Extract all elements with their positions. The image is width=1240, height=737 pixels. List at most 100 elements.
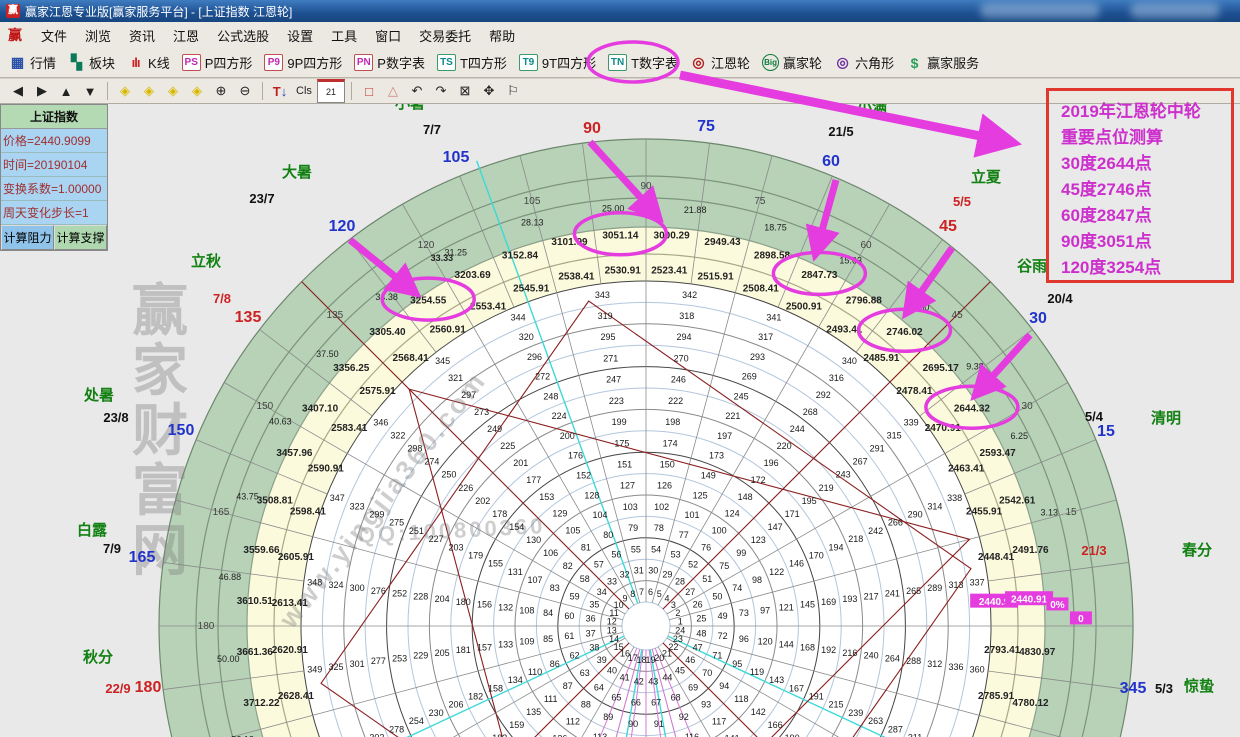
svg-text:229: 229 <box>413 651 428 661</box>
last-button[interactable]: ▼ <box>79 81 101 101</box>
pan-right-button[interactable]: ◈ <box>138 81 160 101</box>
svg-text:45: 45 <box>939 218 957 235</box>
svg-text:3407.10: 3407.10 <box>302 404 339 415</box>
svg-text:321: 321 <box>448 373 463 383</box>
next-button[interactable]: ▶ <box>31 81 53 101</box>
toolbar-button-赢家轮[interactable]: Big赢家轮 <box>757 51 829 74</box>
pan-up-button[interactable]: ◈ <box>162 81 184 101</box>
svg-text:325: 325 <box>328 662 343 672</box>
svg-text:131: 131 <box>508 567 523 577</box>
svg-text:336: 336 <box>948 662 963 672</box>
rect-tool-button[interactable]: □ <box>358 81 380 101</box>
svg-text:2785.91: 2785.91 <box>978 691 1015 702</box>
svg-text:156: 156 <box>477 600 492 610</box>
menu-item-1[interactable]: 浏览 <box>76 23 120 48</box>
svg-text:2491.76: 2491.76 <box>1012 545 1049 556</box>
select-tool-button[interactable]: ⚐ <box>502 81 524 101</box>
svg-text:143: 143 <box>769 675 784 685</box>
cls-button[interactable]: Cls <box>293 81 315 101</box>
rotate-ccw-button[interactable]: ↶ <box>406 81 428 101</box>
menu-item-0[interactable]: 文件 <box>32 23 76 48</box>
svg-text:342: 342 <box>682 290 697 300</box>
menu-item-4[interactable]: 公式选股 <box>208 23 278 48</box>
t-down-button[interactable]: T↓ <box>269 81 291 101</box>
svg-text:112: 112 <box>566 716 580 726</box>
pan-down-button[interactable]: ◈ <box>186 81 208 101</box>
menu-item-9[interactable]: 帮助 <box>480 23 524 48</box>
calc-support-button[interactable]: 计算支撑 <box>54 225 107 250</box>
svg-text:319: 319 <box>598 311 613 321</box>
toolbar-separator <box>107 82 108 100</box>
calc-resistance-button[interactable]: 计算阻力 <box>1 225 54 250</box>
svg-text:春分: 春分 <box>1182 541 1212 559</box>
toolbar-button-江恩轮[interactable]: ◎江恩轮 <box>685 51 757 74</box>
menu-bar: 赢 文件浏览资讯江恩公式选股设置工具窗口交易委托帮助 <box>0 22 1240 49</box>
toolbar-button-板块[interactable]: ▚板块 <box>63 51 122 74</box>
toolbar-button-9T四方形[interactable]: T99T四方形 <box>514 51 603 74</box>
svg-text:68: 68 <box>671 692 681 702</box>
toolbar-button-六角形[interactable]: ◎六角形 <box>829 51 901 74</box>
svg-text:348: 348 <box>307 577 322 587</box>
svg-text:120: 120 <box>418 240 435 251</box>
svg-text:106: 106 <box>543 548 558 558</box>
toolbar-button-T数字表[interactable]: TNT数字表 <box>603 51 685 74</box>
rotate-cw-button[interactable]: ↷ <box>430 81 452 101</box>
svg-text:63: 63 <box>580 668 590 678</box>
highlighted-price-box: 2440.91 <box>1005 591 1053 606</box>
svg-text:301: 301 <box>350 659 365 669</box>
svg-text:132: 132 <box>498 603 513 613</box>
svg-text:200: 200 <box>560 431 575 441</box>
first-button[interactable]: ▲ <box>55 81 77 101</box>
toolbar-button-行情[interactable]: ▦行情 <box>4 51 63 74</box>
svg-text:166: 166 <box>768 720 783 730</box>
svg-text:35: 35 <box>589 600 599 610</box>
toolbar-button-K线[interactable]: ılıK线 <box>122 51 177 74</box>
svg-text:239: 239 <box>848 708 863 718</box>
menu-item-5[interactable]: 设置 <box>278 23 322 48</box>
toolbar-button-9P四方形[interactable]: P99P四方形 <box>259 51 349 74</box>
toolbar-button-赢家服务[interactable]: $赢家服务 <box>901 51 986 74</box>
svg-text:288: 288 <box>906 656 921 666</box>
box-x-button[interactable]: ⊠ <box>454 81 476 101</box>
svg-text:300: 300 <box>350 583 365 593</box>
triangle-tool-button[interactable]: △ <box>382 81 404 101</box>
svg-text:294: 294 <box>676 332 691 342</box>
menu-item-6[interactable]: 工具 <box>322 23 366 48</box>
toolbar-button-T四方形[interactable]: TST四方形 <box>432 51 514 74</box>
svg-text:230: 230 <box>429 708 444 718</box>
svg-text:15: 15 <box>1097 423 1115 440</box>
svg-text:227: 227 <box>429 534 444 544</box>
menu-item-8[interactable]: 交易委托 <box>410 23 480 48</box>
svg-text:263: 263 <box>868 716 883 726</box>
svg-text:170: 170 <box>809 551 824 561</box>
svg-text:90: 90 <box>628 719 638 729</box>
svg-text:73: 73 <box>739 608 749 618</box>
svg-text:322: 322 <box>390 431 405 441</box>
svg-text:6: 6 <box>648 587 653 597</box>
svg-text:26: 26 <box>693 600 703 610</box>
svg-text:立秋: 立秋 <box>191 252 222 270</box>
pan-left-button[interactable]: ◈ <box>114 81 136 101</box>
svg-text:2583.41: 2583.41 <box>331 423 368 434</box>
svg-text:298: 298 <box>407 444 422 454</box>
menu-item-2[interactable]: 资讯 <box>120 23 164 48</box>
svg-text:96: 96 <box>739 634 749 644</box>
svg-text:30: 30 <box>648 566 658 576</box>
titlebar-blur-decoration <box>1130 3 1220 18</box>
svg-text:8: 8 <box>630 589 635 599</box>
zoom-out-button[interactable]: ⊖ <box>234 81 256 101</box>
toolbar-button-P数字表[interactable]: PNP数字表 <box>349 51 432 74</box>
menu-item-7[interactable]: 窗口 <box>366 23 410 48</box>
move-button[interactable]: ✥ <box>478 81 500 101</box>
prev-button[interactable]: ◀ <box>7 81 29 101</box>
svg-text:343: 343 <box>595 290 610 300</box>
svg-text:3508.81: 3508.81 <box>257 496 294 507</box>
calendar-button[interactable]: 21 <box>317 79 345 103</box>
app-logo-icon: 赢 <box>6 4 20 18</box>
svg-text:196: 196 <box>764 458 779 468</box>
svg-text:49: 49 <box>718 611 728 621</box>
svg-text:302: 302 <box>369 733 384 737</box>
menu-item-3[interactable]: 江恩 <box>164 23 208 48</box>
toolbar-button-P四方形[interactable]: PSP四方形 <box>177 51 260 74</box>
zoom-in-button[interactable]: ⊕ <box>210 81 232 101</box>
